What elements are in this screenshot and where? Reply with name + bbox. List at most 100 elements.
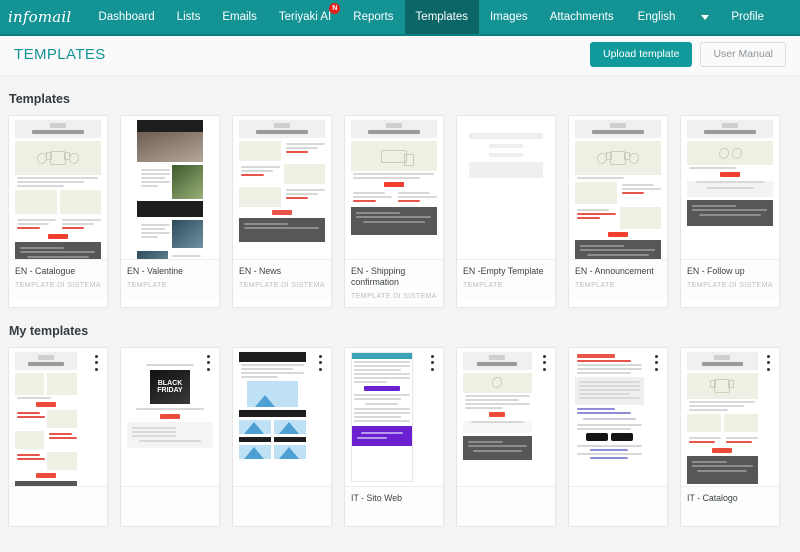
email-mockup: BLACK FRIDAY (127, 352, 213, 482)
more-options-icon[interactable] (651, 354, 661, 371)
template-meta: EN - Follow up TEMPLATE DI SISTEMA (681, 259, 779, 299)
app-logo[interactable]: infomail (8, 8, 71, 26)
template-kind: TEMPLATE DI SISTEMA (15, 279, 101, 289)
template-meta: IT - Sito Web (345, 485, 443, 526)
nav-item-images[interactable]: Images (479, 0, 539, 34)
template-meta: IT - Catalogo (681, 485, 779, 526)
page-title: TEMPLATES (14, 46, 106, 63)
my-templates-grid: BLACK FRIDAY IT - Sito Web IT - Catalogo (8, 346, 792, 527)
nav-item-label: Lists (176, 11, 201, 23)
template-meta: EN -Empty Template TEMPLATE (457, 259, 555, 299)
more-options-icon[interactable] (763, 354, 773, 371)
email-mockup (15, 351, 78, 486)
email-mockup (15, 120, 101, 259)
page-header: TEMPLATES Upload template User Manual (0, 34, 800, 76)
template-meta: EN - Announcement TEMPLATE (569, 259, 667, 299)
nav-item-attachments[interactable]: Attachments (539, 0, 625, 34)
template-thumbnail (121, 116, 219, 259)
black-friday-image: BLACK FRIDAY (150, 369, 190, 404)
chevron-down-icon[interactable] (701, 14, 710, 20)
template-card[interactable]: EN - Announcement TEMPLATE (568, 115, 668, 308)
template-card[interactable]: EN - Shipping confirmation TEMPLATE DI S… (344, 115, 444, 308)
email-mockup (575, 120, 661, 259)
template-meta (121, 485, 219, 526)
template-kind: TEMPLATE (127, 279, 167, 289)
template-kind: TEMPLATE DI SISTEMA (351, 290, 437, 300)
template-thumbnail (9, 116, 107, 259)
template-thumbnail (233, 116, 331, 259)
template-name: EN - News (239, 266, 282, 276)
email-mockup (687, 120, 773, 255)
template-meta: EN - Valentine TEMPLATE (121, 259, 219, 299)
template-name: EN -Empty Template (463, 266, 544, 276)
template-meta (569, 485, 667, 526)
section-title-templates: Templates (9, 92, 70, 106)
nav-item-label: Reports (353, 11, 394, 23)
template-card[interactable]: EN - Valentine TEMPLATE (120, 115, 220, 308)
email-mockup (463, 120, 549, 255)
nav-item-label: Attachments (549, 11, 614, 23)
template-kind: TEMPLATE DI SISTEMA (687, 279, 773, 289)
more-options-icon[interactable] (203, 354, 213, 371)
new-badge: N (329, 3, 341, 14)
template-meta: EN - News TEMPLATE DI SISTEMA (233, 259, 331, 299)
template-kind: TEMPLATE DI SISTEMA (239, 279, 325, 289)
email-mockup (575, 353, 644, 484)
templates-grid: EN - Catalogue TEMPLATE DI SISTEMA EN - … (8, 115, 792, 308)
email-mockup (351, 351, 413, 482)
nav-item-label: Images (489, 11, 528, 23)
section-title-my-templates: My templates (9, 323, 89, 338)
nav-item-templates[interactable]: Templates (404, 0, 479, 34)
upload-template-button[interactable]: Upload template (590, 41, 693, 68)
my-template-card[interactable]: BLACK FRIDAY (120, 346, 220, 527)
email-mockup (239, 351, 307, 482)
profile-link[interactable]: Profile (731, 11, 764, 23)
nav-item-emails[interactable]: Emails (211, 0, 268, 34)
template-card[interactable]: EN - Catalogue TEMPLATE DI SISTEMA (8, 115, 108, 308)
more-options-icon[interactable] (427, 354, 437, 371)
nav-item-label: Templates (415, 11, 468, 23)
template-name: IT - Catalogo (687, 492, 738, 503)
template-meta (233, 485, 331, 526)
template-thumbnail (569, 116, 667, 259)
my-template-card[interactable] (232, 346, 332, 527)
nav-item-teriyaki-ai[interactable]: Teriyaki AI N (268, 0, 342, 34)
my-template-card[interactable] (8, 346, 108, 527)
nav-item-reports[interactable]: Reports (342, 0, 404, 34)
my-template-card[interactable]: IT - Catalogo (680, 346, 780, 527)
my-template-card[interactable]: IT - Sito Web (344, 346, 444, 527)
user-manual-button[interactable]: User Manual (700, 41, 786, 68)
template-name: EN - Announcement (575, 266, 654, 276)
black-friday-text: BLACK FRIDAY (157, 379, 183, 394)
template-kind: TEMPLATE (463, 279, 503, 289)
template-card[interactable]: EN -Empty Template TEMPLATE (456, 115, 556, 308)
more-options-icon[interactable] (315, 354, 325, 371)
more-options-icon[interactable] (539, 354, 549, 371)
template-name: EN - Catalogue (15, 266, 76, 276)
language-selector[interactable]: English (630, 11, 684, 23)
nav-item-label: Teriyaki AI (278, 11, 332, 23)
nav-item-lists[interactable]: Lists (166, 0, 212, 34)
template-meta (9, 485, 107, 526)
more-options-icon[interactable] (91, 354, 101, 371)
nav-right-group: English Profile (630, 11, 790, 23)
template-name: EN - Follow up (687, 266, 745, 276)
nav-item-dashboard[interactable]: Dashboard (87, 0, 165, 34)
template-meta: EN - Catalogue TEMPLATE DI SISTEMA (9, 259, 107, 299)
template-card[interactable]: EN - News TEMPLATE DI SISTEMA (232, 115, 332, 308)
nav-item-label: Dashboard (98, 11, 155, 23)
email-mockup (239, 120, 325, 255)
template-card[interactable]: EN - Follow up TEMPLATE DI SISTEMA (680, 115, 780, 308)
my-template-card[interactable] (456, 346, 556, 527)
template-thumbnail (345, 116, 443, 259)
template-name: EN - Valentine (127, 266, 184, 276)
my-template-card[interactable] (568, 346, 668, 527)
email-mockup (351, 120, 437, 255)
template-name: IT - Sito Web (351, 492, 403, 503)
template-name: EN - Shipping confirmation (351, 266, 406, 287)
nav-links: Dashboard Lists Emails Teriyaki AI N Rep… (87, 0, 624, 34)
main-content: Templates EN - Catalogue TEMPLATE DI SIS… (0, 76, 800, 552)
email-mockup (127, 120, 213, 259)
template-thumbnail (681, 116, 779, 259)
template-kind: TEMPLATE (575, 279, 615, 289)
